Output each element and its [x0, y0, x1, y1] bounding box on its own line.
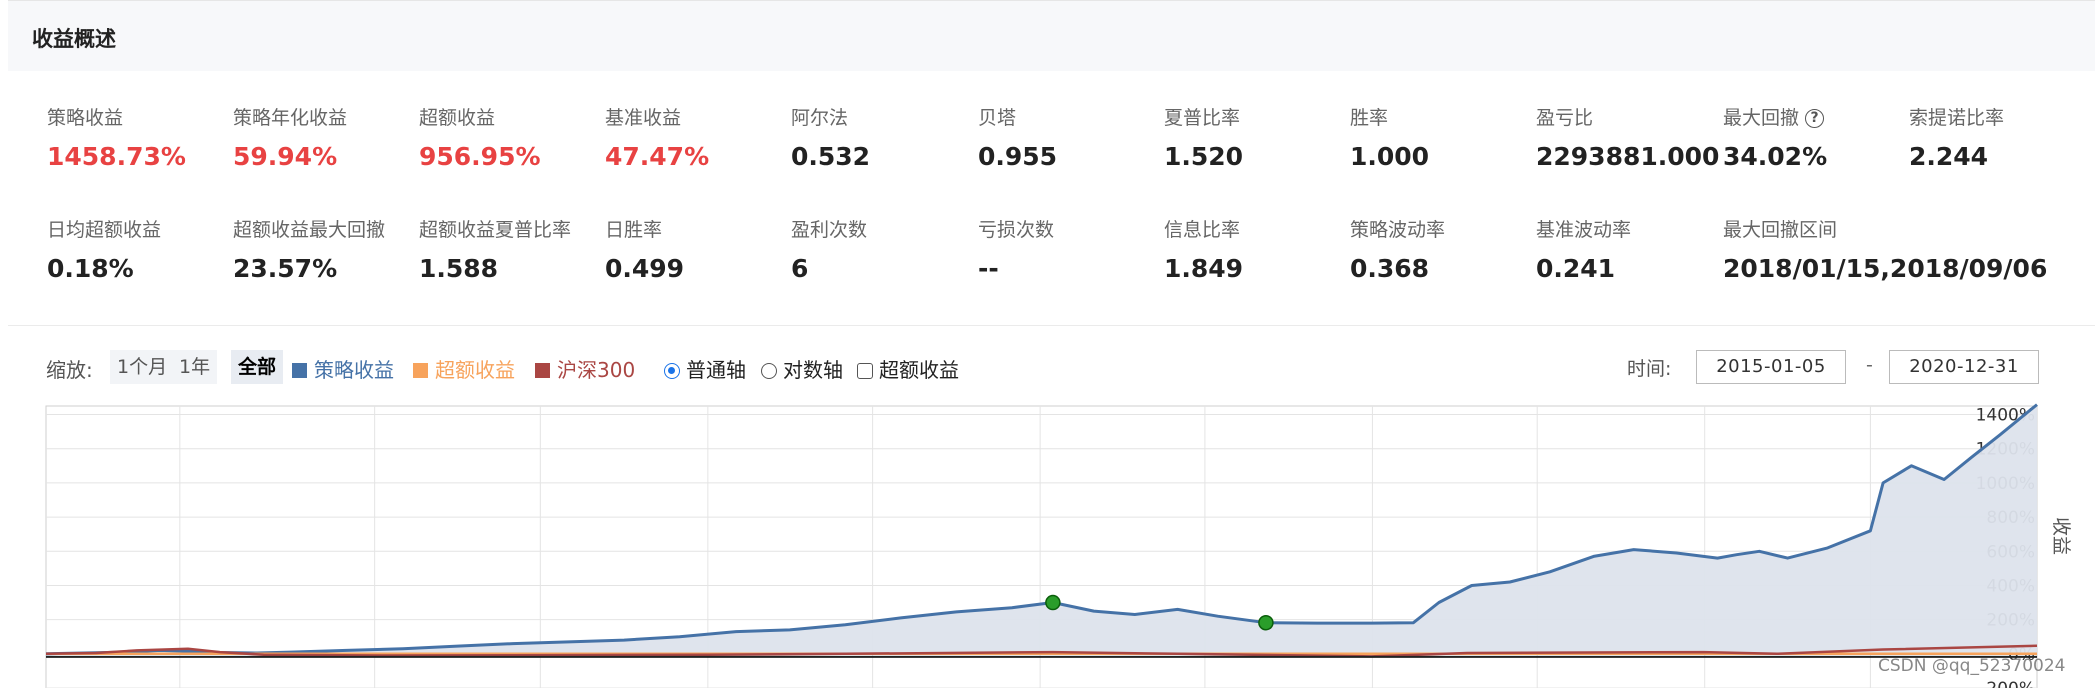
metric-label: 索提诺比率 — [1909, 107, 2005, 129]
metric-value: 6 — [791, 254, 809, 283]
metric-value: 2018/01/15,2018/09/06 — [1723, 254, 2048, 283]
metric-strategy-volatility: 策略波动率 0.368 — [1350, 215, 1445, 283]
section-header: 收益概述 — [8, 0, 2095, 71]
section-title: 收益概述 — [32, 27, 116, 51]
metric-alpha: 阿尔法 0.532 — [791, 103, 870, 171]
page: 收益概述 策略收益 1458.73% 策略年化收益 59.94% 超额收益 95… — [0, 0, 2095, 688]
metric-excess-sharpe: 超额收益夏普比率 1.588 — [419, 215, 571, 283]
metric-value: 0.955 — [978, 142, 1058, 171]
returns-chart: 1400%1200%1000%800%600%400%200%0%-200%收益 — [45, 403, 2072, 688]
metric-value: 0.368 — [1350, 254, 1430, 283]
metric-excess-max-drawdown: 超额收益最大回撤 23.57% — [233, 215, 385, 283]
metric-label: 策略波动率 — [1350, 219, 1446, 241]
metric-value: 1.000 — [1350, 142, 1430, 171]
metric-sortino: 索提诺比率 2.244 — [1909, 103, 2004, 171]
metric-label: 日均超额收益 — [47, 219, 162, 241]
metric-profit-loss-ratio: 盈亏比 2293881.000 — [1536, 103, 1719, 171]
y-axis-label: 收益 — [2050, 517, 2072, 555]
metric-max-drawdown-range: 最大回撤区间 2018/01/15,2018/09/06 — [1723, 215, 2047, 283]
metric-benchmark-volatility: 基准波动率 0.241 — [1536, 215, 1631, 283]
metric-label: 策略收益 — [47, 107, 124, 129]
metric-value: 2.244 — [1909, 142, 1989, 171]
metric-label: 阿尔法 — [791, 107, 849, 129]
metric-value: 34.02% — [1723, 142, 1828, 171]
metric-value: 0.499 — [605, 254, 685, 283]
metric-value: 1.849 — [1164, 254, 1244, 283]
metric-label: 超额收益最大回撤 — [233, 219, 386, 241]
drawdown-marker — [1258, 614, 1274, 631]
chart-panel: 缩放: 1个月 1年 全部 策略收益 超额收益 沪深300 普通轴 对数轴 超额… — [0, 326, 2095, 688]
metric-benchmark-return: 基准收益 47.47% — [605, 103, 709, 171]
metric-label: 超额收益 — [419, 107, 496, 129]
metric-max-drawdown: 最大回撤? 34.02% — [1723, 103, 1827, 171]
metric-value: 956.95% — [419, 142, 541, 171]
metric-label: 贝塔 — [978, 107, 1017, 129]
metric-value: 47.47% — [605, 142, 710, 171]
metric-value: 0.18% — [47, 254, 134, 283]
metric-loss-count: 亏损次数 -- — [978, 215, 1054, 283]
metric-value: -- — [978, 254, 999, 283]
metric-daily-win-rate: 日胜率 0.499 — [605, 215, 684, 283]
metric-strategy-return: 策略收益 1458.73% — [47, 103, 186, 171]
metrics-grid: 策略收益 1458.73% 策略年化收益 59.94% 超额收益 956.95%… — [0, 70, 2095, 325]
metric-beta: 贝塔 0.955 — [978, 103, 1057, 171]
drawdown-marker — [1045, 594, 1061, 611]
metric-label: 策略年化收益 — [233, 107, 348, 129]
metric-label: 亏损次数 — [978, 219, 1055, 241]
metric-label: 胜率 — [1350, 107, 1389, 129]
metric-excess-return: 超额收益 956.95% — [419, 103, 541, 171]
metric-value: 1.520 — [1164, 142, 1244, 171]
metric-label: 日胜率 — [605, 219, 663, 241]
metric-win-count: 盈利次数 6 — [791, 215, 867, 283]
metric-label: 最大回撤? — [1723, 103, 1827, 130]
watermark: CSDN @qq_52370024 — [1878, 656, 2066, 676]
metric-label: 盈利次数 — [791, 219, 868, 241]
metric-value: 59.94% — [233, 142, 338, 171]
metric-sharpe: 夏普比率 1.520 — [1164, 103, 1243, 171]
metric-information-ratio: 信息比率 1.849 — [1164, 215, 1243, 283]
metric-label: 基准波动率 — [1536, 219, 1632, 241]
metric-win-rate: 胜率 1.000 — [1350, 103, 1429, 171]
metric-value: 1458.73% — [47, 142, 186, 171]
question-circle-icon[interactable]: ? — [1805, 109, 1825, 128]
metric-value: 0.241 — [1536, 254, 1616, 283]
metric-daily-excess: 日均超额收益 0.18% — [47, 215, 161, 283]
metric-label: 最大回撤区间 — [1723, 219, 1838, 241]
metric-label: 基准收益 — [605, 107, 682, 129]
metric-value: 2293881.000 — [1536, 142, 1720, 171]
y-tick-label: -200% — [1980, 679, 2035, 688]
metric-label-text: 最大回撤 — [1723, 107, 1800, 129]
metric-annual-return: 策略年化收益 59.94% — [233, 103, 347, 171]
metric-label: 夏普比率 — [1164, 107, 1241, 129]
metric-value: 1.588 — [419, 254, 499, 283]
metric-value: 0.532 — [791, 142, 871, 171]
metric-label: 盈亏比 — [1536, 107, 1594, 129]
metric-label: 超额收益夏普比率 — [419, 219, 572, 241]
metric-label: 信息比率 — [1164, 219, 1241, 241]
metric-value: 23.57% — [233, 254, 338, 283]
